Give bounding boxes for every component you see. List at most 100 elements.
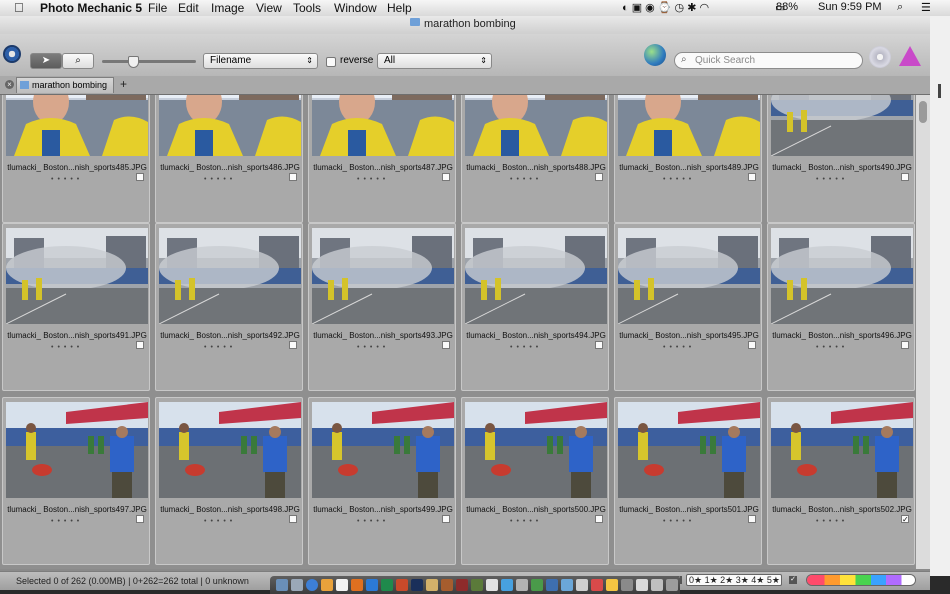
thumbnail-image[interactable] <box>312 402 454 498</box>
thumbnail-cell[interactable]: tlumacki_ Boston...nish_sports485.JPG •••… <box>2 95 150 223</box>
thumbnail-cell[interactable]: tlumacki_ Boston...nish_sports500.JPG •••… <box>461 397 609 565</box>
menu-view[interactable]: View <box>256 1 282 15</box>
rating-dots[interactable]: ••••• <box>816 176 848 183</box>
thumbnail-cell[interactable]: tlumacki_ Boston...nish_sports499.JPG •••… <box>308 397 456 565</box>
status-icons[interactable]: ◐ ▣ ◉ ⌚ ◷ ✱ ◠ <box>622 1 709 14</box>
clock[interactable]: Sun 9:59 PM <box>818 1 882 13</box>
app-icon[interactable] <box>606 579 618 591</box>
thumbnail-cell[interactable]: tlumacki_ Boston...nish_sports502.JPG •••… <box>767 397 915 565</box>
thumbnail-image[interactable] <box>6 402 148 498</box>
scrollbar-thumb[interactable] <box>919 101 927 123</box>
star-rating-filter[interactable]: 0★ 1★ 2★ 3★ 4★ 5★ <box>686 574 782 586</box>
rating-dots[interactable]: ••••• <box>357 518 389 525</box>
thumbnail-cell[interactable]: tlumacki_ Boston...nish_sports497.JPG •••… <box>2 397 150 565</box>
rating-dots[interactable]: ••••• <box>51 176 83 183</box>
dashboard-icon[interactable] <box>291 579 303 591</box>
thumbnail-image[interactable] <box>312 228 454 324</box>
menu-window[interactable]: Window <box>334 1 377 15</box>
powerpoint-icon[interactable] <box>396 579 408 591</box>
gear-icon[interactable] <box>3 45 21 63</box>
rating-dots[interactable]: ••••• <box>510 176 542 183</box>
vertical-scrollbar[interactable] <box>916 95 930 569</box>
tag-checkbox[interactable]: ✓ <box>901 515 909 524</box>
menu-file[interactable]: File <box>148 1 167 15</box>
app-icon[interactable] <box>576 579 588 591</box>
app-icon[interactable] <box>501 579 513 591</box>
tag-checkbox[interactable] <box>289 173 297 181</box>
thumbnail-image[interactable] <box>771 95 913 156</box>
thumbnail-cell[interactable]: tlumacki_ Boston...nish_sports492.JPG •••… <box>155 223 303 391</box>
thumbnail-cell[interactable]: tlumacki_ Boston...nish_sports498.JPG •••… <box>155 397 303 565</box>
tab-marathon-bombing[interactable]: marathon bombing <box>16 77 114 93</box>
color-class-filter[interactable] <box>806 574 916 586</box>
thumbnail-image[interactable] <box>465 228 607 324</box>
tag-checkbox[interactable] <box>901 341 909 349</box>
globe-icon[interactable] <box>644 44 666 66</box>
thumbnail-image[interactable] <box>465 402 607 498</box>
close-tab-icon[interactable]: × <box>5 80 14 89</box>
thumbnail-cell[interactable]: tlumacki_ Boston...nish_sports488.JPG •••… <box>461 95 609 223</box>
rating-dots[interactable]: ••••• <box>816 518 848 525</box>
thumbnail-image[interactable] <box>6 228 148 324</box>
thumbnail-image[interactable] <box>771 402 913 498</box>
quick-search-field[interactable]: ⌕ Quick Search <box>674 52 863 69</box>
menu-tools[interactable]: Tools <box>293 1 321 15</box>
tag-checkbox[interactable] <box>748 515 756 523</box>
thumbnail-image[interactable] <box>6 95 148 156</box>
app-icon[interactable] <box>426 579 438 591</box>
photoshop-icon[interactable] <box>411 579 423 591</box>
thumbnail-cell[interactable]: tlumacki_ Boston...nish_sports501.JPG •••… <box>614 397 762 565</box>
app-icon[interactable] <box>516 579 528 591</box>
excel-icon[interactable] <box>381 579 393 591</box>
rating-dots[interactable]: ••••• <box>204 518 236 525</box>
tag-checkbox[interactable] <box>289 515 297 523</box>
app-icon[interactable] <box>621 579 633 591</box>
filter-select[interactable]: All ⇕ <box>377 53 492 69</box>
folder-icon[interactable] <box>636 579 648 591</box>
safari-icon[interactable] <box>306 579 318 591</box>
spotlight-icon[interactable]: ⌕ <box>897 1 903 14</box>
notifications-icon[interactable]: ☰ <box>921 1 931 14</box>
menu-edit[interactable]: Edit <box>178 1 199 15</box>
rating-dots[interactable]: ••••• <box>204 344 236 351</box>
arrow-tool-button[interactable]: ➤ <box>30 53 62 69</box>
add-tab-button[interactable]: + <box>120 77 127 91</box>
tag-checkbox[interactable] <box>136 173 144 181</box>
trash-icon[interactable] <box>666 579 678 591</box>
menu-image[interactable]: Image <box>211 1 244 15</box>
rating-dots[interactable]: ••••• <box>51 344 83 351</box>
thumbnail-cell[interactable]: tlumacki_ Boston...nish_sports493.JPG •••… <box>308 223 456 391</box>
vlc-icon[interactable] <box>351 579 363 591</box>
tag-checkbox[interactable] <box>136 341 144 349</box>
thumbnail-image[interactable] <box>465 95 607 156</box>
app-icon[interactable] <box>531 579 543 591</box>
thumbnail-cell[interactable]: tlumacki_ Boston...nish_sports487.JPG •••… <box>308 95 456 223</box>
disc-burn-icon[interactable] <box>869 46 891 68</box>
color-class-icon[interactable] <box>899 46 921 66</box>
tag-checkbox[interactable] <box>442 341 450 349</box>
tag-checkbox[interactable] <box>748 341 756 349</box>
thumbnail-image[interactable] <box>159 402 301 498</box>
reverse-checkbox[interactable] <box>326 57 336 67</box>
tag-checkbox[interactable] <box>442 173 450 181</box>
thumbnail-cell[interactable]: tlumacki_ Boston...nish_sports486.JPG •••… <box>155 95 303 223</box>
tag-checkbox[interactable] <box>289 341 297 349</box>
menu-help[interactable]: Help <box>387 1 412 15</box>
tag-checkbox[interactable] <box>442 515 450 523</box>
thumbnail-cell[interactable]: tlumacki_ Boston...nish_sports490.JPG •••… <box>767 95 915 223</box>
rating-dots[interactable]: ••••• <box>510 518 542 525</box>
thumbnail-image[interactable] <box>618 228 760 324</box>
app-icon[interactable] <box>441 579 453 591</box>
thumbnail-cell[interactable]: tlumacki_ Boston...nish_sports491.JPG •••… <box>2 223 150 391</box>
finder-icon[interactable] <box>276 579 288 591</box>
tag-checkbox[interactable] <box>136 515 144 523</box>
rating-dots[interactable]: ••••• <box>510 344 542 351</box>
app-menu[interactable]: Photo Mechanic 5 <box>40 1 142 15</box>
photo-mechanic-icon[interactable] <box>456 579 468 591</box>
rating-dots[interactable]: ••••• <box>51 518 83 525</box>
rating-dots[interactable]: ••••• <box>816 344 848 351</box>
thumbnail-cell[interactable]: tlumacki_ Boston...nish_sports494.JPG •••… <box>461 223 609 391</box>
app-icon[interactable] <box>486 579 498 591</box>
app-icon[interactable] <box>561 579 573 591</box>
sort-field-select[interactable]: Filename ⇕ <box>203 53 318 69</box>
